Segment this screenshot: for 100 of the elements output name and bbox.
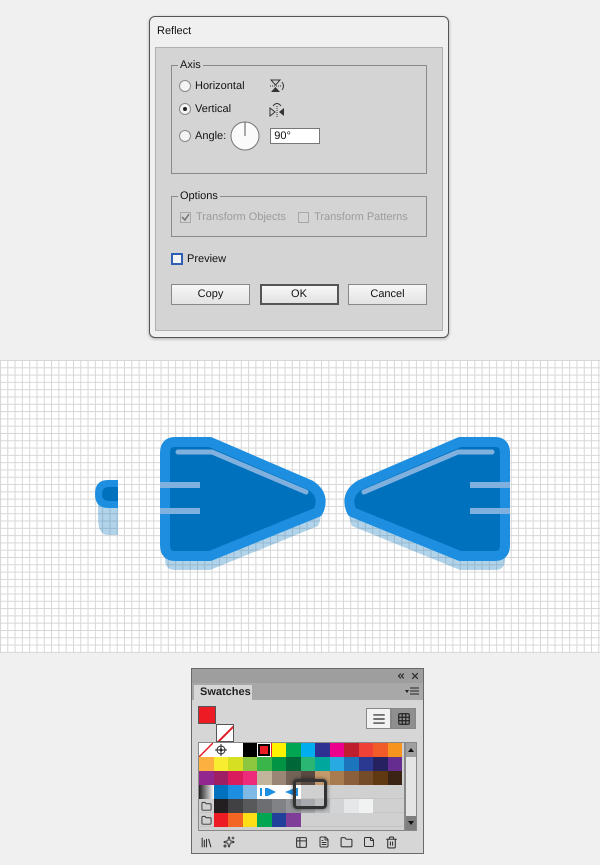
color-swatch[interactable] [344, 799, 358, 813]
color-swatch[interactable] [373, 757, 388, 771]
show-kinds-icon[interactable] [295, 836, 308, 848]
scrollbar[interactable] [405, 742, 417, 831]
color-swatch[interactable] [388, 771, 402, 785]
color-swatch[interactable] [257, 813, 272, 827]
color-swatch[interactable] [344, 743, 358, 757]
color-swatch[interactable] [286, 813, 300, 827]
color-swatch[interactable] [358, 743, 373, 757]
collapse-icon[interactable] [396, 671, 406, 681]
color-swatch[interactable] [300, 757, 315, 771]
option-label: Angle: [195, 128, 226, 144]
color-swatch[interactable] [228, 813, 242, 827]
color-swatch[interactable] [257, 771, 272, 785]
menu-icon[interactable] [405, 686, 419, 696]
checkbox-label: Transform Patterns [314, 210, 408, 226]
checkbox-label: Transform Objects [196, 210, 286, 226]
grid-icon [396, 712, 410, 726]
none-swatch[interactable] [199, 743, 214, 757]
color-swatch[interactable] [257, 743, 272, 757]
color-swatch[interactable] [330, 771, 344, 785]
color-swatch[interactable] [330, 799, 344, 813]
dialog-button[interactable]: OK [260, 284, 338, 304]
close-icon[interactable] [410, 671, 420, 681]
color-swatch[interactable] [272, 771, 286, 785]
color-swatch[interactable] [300, 743, 315, 757]
scroll-up-icon[interactable] [408, 748, 414, 752]
color-swatch[interactable] [199, 771, 214, 785]
color-swatch[interactable] [272, 757, 286, 771]
folder-icon[interactable] [200, 814, 212, 826]
grid-view-button[interactable] [391, 708, 416, 729]
color-swatch[interactable] [242, 813, 257, 827]
option-label: Vertical [195, 102, 232, 117]
list-icon [372, 712, 386, 726]
color-swatch[interactable] [228, 771, 242, 785]
library-icon[interactable] [200, 836, 213, 848]
color-swatch[interactable] [388, 757, 402, 771]
angle-field[interactable]: 90° [270, 128, 320, 144]
color-swatch[interactable] [315, 743, 330, 757]
check-icon [181, 213, 190, 222]
color-swatch[interactable] [242, 743, 257, 757]
color-swatch[interactable] [388, 743, 402, 757]
radio-button[interactable] [179, 80, 191, 92]
color-swatch[interactable] [286, 757, 300, 771]
color-swatch[interactable] [373, 743, 388, 757]
color-swatch[interactable] [257, 799, 272, 813]
color-swatch[interactable] [330, 743, 344, 757]
color-swatch[interactable] [358, 799, 373, 813]
color-swatch[interactable] [257, 757, 272, 771]
registration-swatch[interactable] [214, 743, 228, 757]
radio-button[interactable] [179, 130, 191, 142]
preview-checkbox[interactable] [171, 253, 183, 266]
color-swatch[interactable] [272, 813, 286, 827]
group-legend: Options [178, 189, 220, 203]
folder-icon[interactable] [200, 800, 212, 812]
angle-dial[interactable] [230, 121, 260, 151]
dialog-button[interactable]: Copy [171, 284, 250, 304]
trash-icon[interactable] [385, 836, 398, 848]
shape-fragment-drawing [95, 480, 118, 535]
stroke-indicator[interactable] [216, 724, 234, 742]
color-swatch[interactable] [228, 785, 242, 799]
new-group-icon[interactable] [340, 836, 353, 848]
highlight-frame [293, 779, 327, 809]
color-swatch[interactable] [358, 757, 373, 771]
color-swatch[interactable] [344, 771, 358, 785]
new-swatch-icon[interactable] [363, 836, 375, 848]
swatch-kind-icon[interactable] [223, 836, 235, 848]
option-label: Horizontal [195, 78, 246, 94]
color-swatch[interactable] [315, 757, 330, 771]
reflect-horizontal-icon [269, 79, 285, 93]
color-swatch[interactable] [214, 757, 228, 771]
window-title: Reflect [156, 24, 192, 39]
color-swatch[interactable] [272, 799, 286, 813]
dialog-button[interactable]: Cancel [348, 284, 427, 304]
color-swatch[interactable] [373, 771, 388, 785]
swatch-options-icon[interactable] [318, 836, 330, 848]
gradient-swatch[interactable] [199, 785, 214, 799]
color-swatch[interactable] [330, 757, 344, 771]
color-swatch[interactable] [242, 799, 257, 813]
color-swatch[interactable] [286, 743, 300, 757]
color-swatch[interactable] [228, 799, 242, 813]
list-view-button[interactable] [366, 708, 391, 729]
color-swatch[interactable] [242, 771, 257, 785]
scroll-down-icon[interactable] [408, 821, 414, 825]
pattern-swatch[interactable] [257, 785, 279, 799]
color-swatch[interactable] [358, 771, 373, 785]
color-swatch[interactable] [214, 785, 228, 799]
color-swatch[interactable] [214, 771, 228, 785]
color-swatch[interactable] [214, 813, 228, 827]
color-swatch[interactable] [228, 743, 242, 757]
color-swatch[interactable] [272, 743, 286, 757]
radio-button[interactable] [179, 103, 191, 115]
color-swatch[interactable] [344, 757, 358, 771]
color-swatch[interactable] [214, 799, 228, 813]
panel-tab[interactable]: Swatches [194, 685, 252, 700]
color-swatch[interactable] [199, 757, 214, 771]
color-swatch[interactable] [228, 757, 242, 771]
color-swatch[interactable] [242, 785, 257, 799]
reflect-vertical-icon [269, 101, 285, 117]
color-swatch[interactable] [242, 757, 257, 771]
